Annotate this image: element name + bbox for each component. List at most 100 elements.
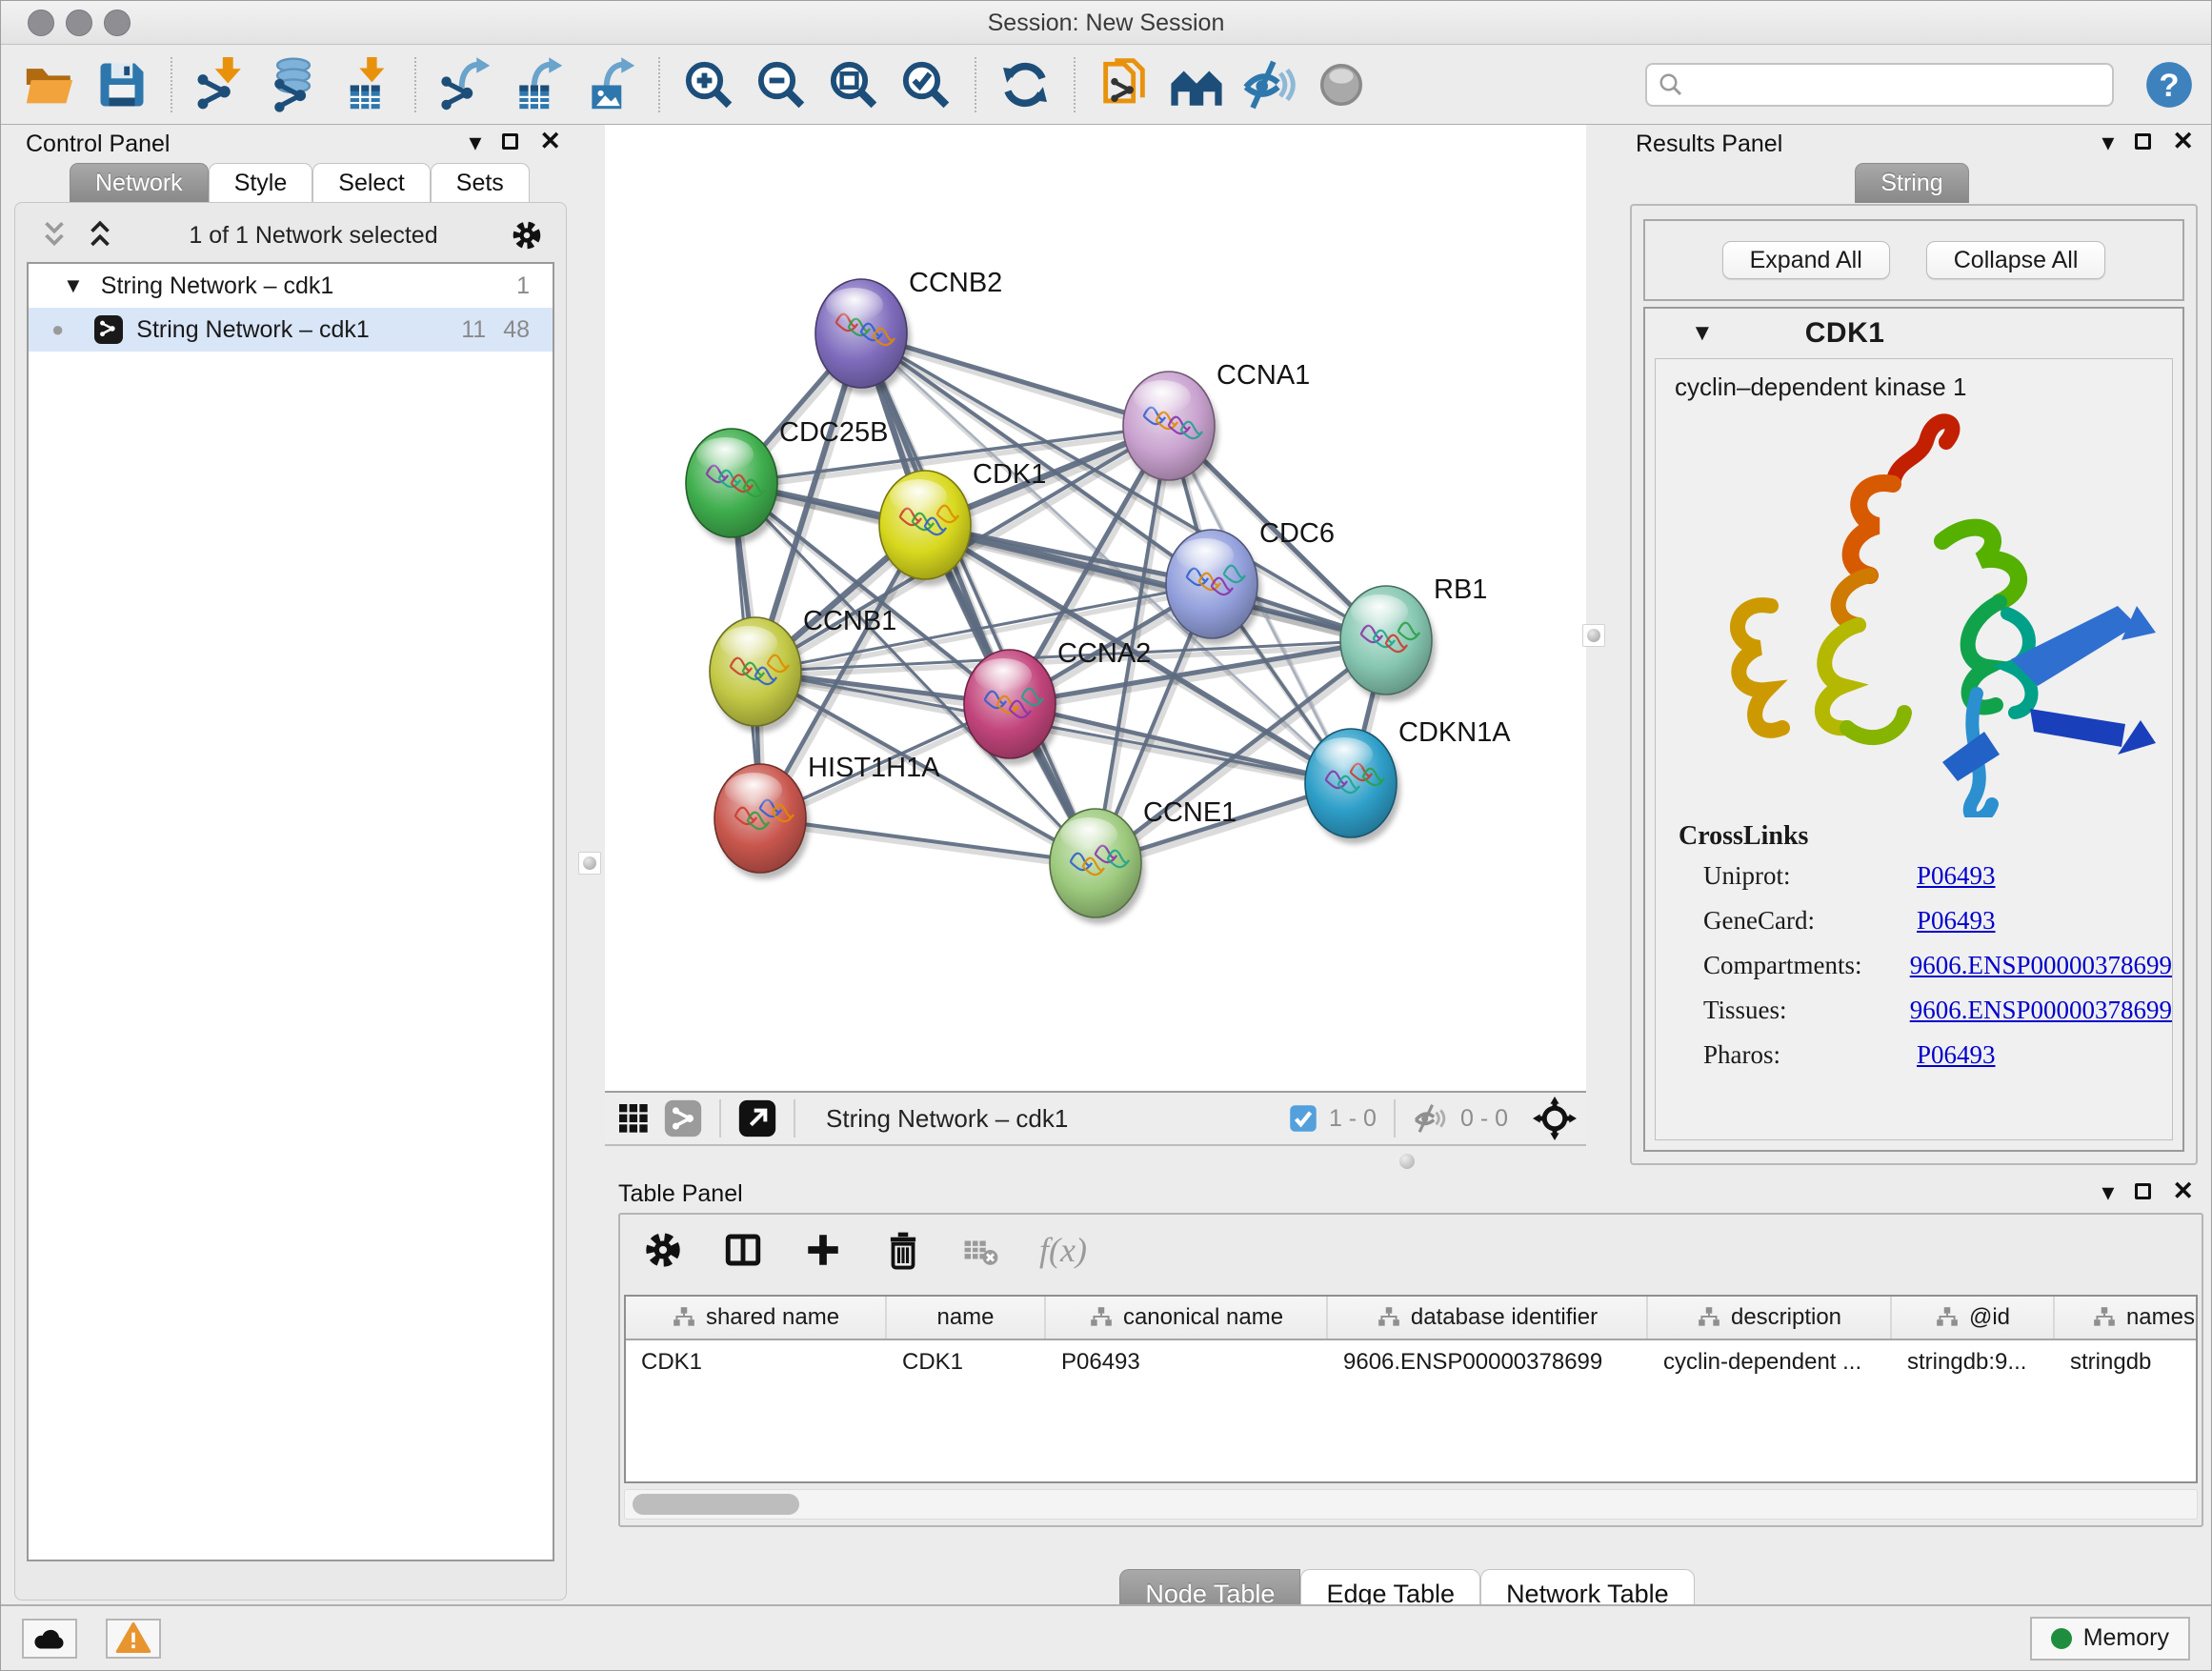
network-node-CCNB2[interactable]: CCNB2	[815, 268, 1002, 394]
results-panel: Results Panel ▾ ✕ String Expand All Coll…	[1620, 125, 2203, 1169]
table-horizontal-scrollbar[interactable]	[624, 1489, 2198, 1520]
warnings-button[interactable]	[106, 1619, 161, 1659]
cytoscape-window: Session: New Session ? Control Panel ▾ ✕…	[0, 0, 2212, 1671]
export-table-button[interactable]	[506, 53, 569, 116]
network-node-CDKN1A[interactable]: CDKN1A	[1305, 717, 1511, 844]
cloud-icon	[29, 1621, 70, 1656]
table-row[interactable]: CDK1CDK1P064939606.ENSP00000378699cyclin…	[626, 1340, 2196, 1384]
table-cell[interactable]: CDK1	[626, 1340, 887, 1384]
new-network-from-file-button[interactable]	[1093, 53, 1156, 116]
collapse-caret-icon[interactable]: ▼	[1691, 320, 1714, 347]
network-node-CCNA1[interactable]: CCNA1	[1123, 360, 1310, 487]
column-header-namespace[interactable]: namespace	[2055, 1297, 2198, 1339]
crosslink-value[interactable]: P06493	[1917, 906, 1996, 936]
network-view-toolbar: String Network – cdk11 - 00 - 0	[605, 1091, 1586, 1146]
expand-all-icon[interactable]	[84, 219, 116, 252]
column-header-description[interactable]: description	[1648, 1297, 1892, 1339]
panel-close-icon[interactable]: ✕	[2172, 1178, 2194, 1204]
panel-menu-icon[interactable]: ▾	[469, 130, 481, 154]
zoom-out-button[interactable]	[750, 53, 813, 116]
crosslink-value[interactable]: 9606.ENSP00000378699	[1910, 951, 2172, 980]
selected-checkbox[interactable]	[1289, 1104, 1317, 1133]
expand-all-button[interactable]: Expand All	[1722, 241, 1890, 279]
column-header--id[interactable]: @id	[1892, 1297, 2055, 1339]
table-cell[interactable]: stringdb	[2055, 1340, 2198, 1384]
bottom-splitter-handle[interactable]	[1399, 1154, 1415, 1169]
right-splitter-handle[interactable]	[1582, 624, 1605, 647]
memory-button[interactable]: Memory	[2030, 1617, 2190, 1661]
panel-float-icon[interactable]	[2135, 133, 2151, 150]
save-session-button[interactable]	[90, 53, 153, 116]
panel-float-icon[interactable]	[502, 133, 518, 150]
zoom-selected-button[interactable]	[895, 53, 957, 116]
tab-select[interactable]: Select	[312, 163, 430, 203]
grid-view-button[interactable]	[614, 1099, 653, 1137]
cloud-status-button[interactable]	[22, 1619, 77, 1659]
tab-network[interactable]: Network	[70, 163, 209, 203]
create-column-button[interactable]	[803, 1230, 843, 1270]
import-network-button[interactable]	[190, 53, 252, 116]
tab-style[interactable]: Style	[209, 163, 313, 203]
crosslink-row: Compartments:9606.ENSP00000378699	[1679, 951, 2172, 980]
network-node-HIST1H1A[interactable]: HIST1H1A	[714, 753, 940, 879]
node-label: CDC6	[1259, 518, 1335, 549]
table-cell[interactable]: cyclin-dependent ...	[1648, 1340, 1892, 1384]
network-tree-row[interactable]: ▼String Network – cdk11	[29, 264, 553, 308]
import-table-button[interactable]	[334, 53, 397, 116]
network-node-CCNE1[interactable]: CCNE1	[1050, 797, 1237, 924]
column-header-name[interactable]: name	[887, 1297, 1046, 1339]
collapse-all-button[interactable]: Collapse All	[1926, 241, 2106, 279]
network-tree-row[interactable]: ●String Network – cdk11148	[29, 308, 553, 352]
tab-string[interactable]: String	[1855, 163, 1968, 203]
help-button[interactable]: ?	[2144, 60, 2194, 110]
table-cell[interactable]: 9606.ENSP00000378699	[1328, 1340, 1648, 1384]
network-node-RB1[interactable]: RB1	[1340, 574, 1487, 701]
table-settings-button[interactable]	[643, 1230, 683, 1270]
control-panel-header: Control Panel ▾ ✕	[10, 125, 571, 163]
tab-sets[interactable]: Sets	[431, 163, 530, 203]
zoom-in-button[interactable]	[677, 53, 740, 116]
node-details-header[interactable]: ▼ CDK1	[1645, 309, 2182, 358]
network-canvas[interactable]: CCNB2 CCNA1 CDC25B CDK1 CDC6	[605, 125, 1586, 1091]
show-all-button[interactable]	[1310, 53, 1373, 116]
table-cell[interactable]: CDK1	[887, 1340, 1046, 1384]
results-panel-header: Results Panel ▾ ✕	[1620, 125, 2203, 163]
show-all-icon	[1316, 59, 1367, 111]
string-network-button[interactable]	[664, 1099, 702, 1137]
node-label: CCNB2	[909, 268, 1002, 298]
show-columns-button[interactable]	[723, 1230, 763, 1270]
panel-close-icon[interactable]: ✕	[539, 129, 561, 154]
open-in-window-button[interactable]	[738, 1099, 776, 1137]
crosslink-value[interactable]: 9606.ENSP00000378699	[1910, 996, 2172, 1025]
first-neighbors-button[interactable]	[1165, 53, 1228, 116]
refresh-view-button[interactable]	[994, 53, 1056, 116]
open-file-button[interactable]	[18, 53, 81, 116]
panel-close-icon[interactable]: ✕	[2172, 129, 2194, 154]
left-splitter-handle[interactable]	[578, 852, 601, 875]
column-header-shared-name[interactable]: shared name	[626, 1297, 887, 1339]
export-image-button[interactable]	[578, 53, 641, 116]
tree-expand-caret-icon[interactable]: ▼	[63, 273, 84, 298]
crosslink-value[interactable]: P06493	[1917, 861, 1996, 891]
network-options-gear-icon[interactable]	[511, 219, 543, 252]
column-header-database-identifier[interactable]: database identifier	[1328, 1297, 1648, 1339]
zoom-fit-button[interactable]	[822, 53, 885, 116]
collapse-all-icon[interactable]	[38, 219, 70, 252]
table-cell[interactable]: P06493	[1046, 1340, 1328, 1384]
column-header-canonical-name[interactable]: canonical name	[1046, 1297, 1328, 1339]
table-panel-header: Table Panel ▾ ✕	[611, 1175, 2203, 1213]
panel-float-icon[interactable]	[2135, 1183, 2151, 1199]
panel-menu-icon[interactable]: ▾	[2101, 1179, 2114, 1204]
table-cell[interactable]: stringdb:9...	[1892, 1340, 2055, 1384]
hide-selected-button[interactable]	[1237, 53, 1300, 116]
export-network-button[interactable]	[433, 53, 496, 116]
birdseye-view-button[interactable]	[1533, 1097, 1577, 1140]
search-input[interactable]	[1693, 70, 2102, 99]
network-edge[interactable]	[861, 333, 1096, 863]
import-database-button[interactable]	[262, 53, 325, 116]
scrollbar-thumb[interactable]	[633, 1494, 799, 1515]
results-panel-title: Results Panel	[1636, 131, 1782, 158]
panel-menu-icon[interactable]: ▾	[2101, 130, 2114, 154]
delete-column-button[interactable]	[883, 1230, 923, 1270]
crosslink-value[interactable]: P06493	[1917, 1040, 1996, 1070]
